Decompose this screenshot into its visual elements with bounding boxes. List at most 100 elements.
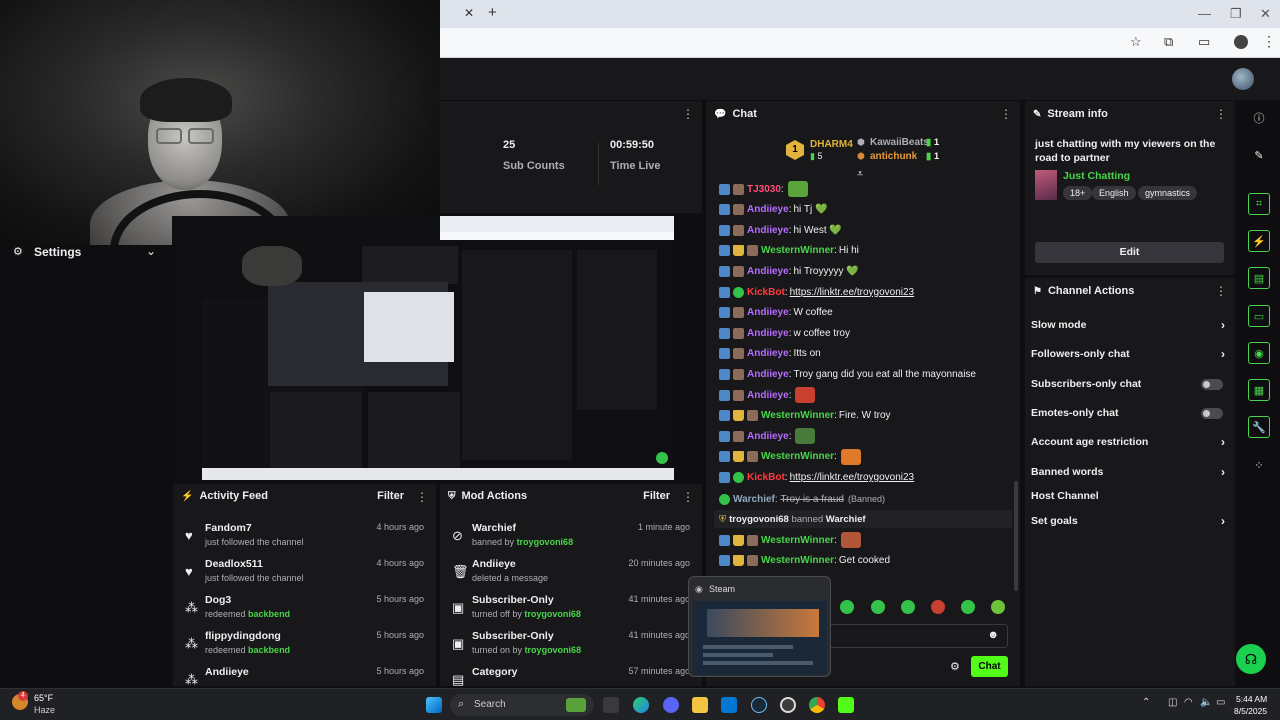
chat-message[interactable]: KickBot: https://linktr.ee/troygovoni23 [719, 283, 914, 301]
emote-icon[interactable] [961, 600, 975, 614]
emote-icon[interactable] [901, 600, 915, 614]
chat-username[interactable]: Andiieye [747, 266, 789, 277]
chat-username[interactable]: KickBot [747, 287, 785, 298]
chat-send-button[interactable]: Chat [971, 656, 1008, 677]
leaderboard-third-name[interactable]: antichunk [870, 151, 917, 162]
chat-username[interactable]: KickBot [747, 472, 785, 483]
chat-username[interactable]: Andiieye [747, 348, 789, 359]
minimize-icon[interactable]: — [1198, 6, 1211, 21]
emote-icon[interactable] [840, 600, 854, 614]
maximize-icon[interactable]: ❐ [1230, 6, 1242, 22]
browser-menu-icon[interactable]: ⋮ [1262, 33, 1276, 50]
chat-scrollbar[interactable] [1014, 481, 1018, 591]
chat-username[interactable]: Warchief [733, 494, 775, 505]
chrome-icon[interactable] [809, 697, 825, 713]
chat-username[interactable]: Andiieye [747, 431, 789, 442]
activity-item[interactable]: ⁂ flippydingdong redeemed backbend 5 hou… [173, 626, 436, 662]
mod-more-icon[interactable]: ⋮ [682, 490, 694, 504]
focus-icon[interactable]: ⌗ [1248, 193, 1270, 215]
leaderboard-second-name[interactable]: KawaiiBeats [870, 137, 929, 148]
chat-username[interactable]: Andiieye [747, 225, 789, 236]
tray-overflow-icon[interactable]: ⌃ [1142, 697, 1150, 708]
chat-username[interactable]: WesternWinner [761, 245, 834, 256]
lightning-rail-icon[interactable]: ⚡ [1248, 230, 1270, 252]
activity-item[interactable]: ♥ Deadlox511 just followed the channel 4… [173, 554, 436, 590]
wrench-icon[interactable]: 🔧 [1248, 416, 1270, 438]
profile-icon[interactable] [1234, 35, 1248, 49]
chat-link[interactable]: https://linktr.ee/troygovoni23 [790, 287, 915, 298]
settings-header[interactable]: ⚙ Settings ⌄ [0, 244, 172, 261]
activity-item[interactable]: ♥ Fandom7 just followed the channel 4 ho… [173, 518, 436, 554]
action-host-channel[interactable]: Host Channel [1031, 486, 1231, 506]
taskbar-search[interactable]: ⌕ Search [450, 694, 594, 716]
tab-search-icon[interactable]: ▭ [1198, 34, 1210, 50]
kick-app-icon[interactable] [838, 697, 854, 713]
stream-info-more-icon[interactable]: ⋮ [1215, 107, 1227, 121]
support-headset-icon[interactable]: ☊ [1236, 644, 1266, 674]
chat-message[interactable]: TJ3030: [719, 180, 808, 198]
apps-icon[interactable]: ⁘ [1248, 454, 1270, 476]
collapse-leaderboard-icon[interactable]: ⩡ [857, 168, 863, 181]
edge-icon[interactable] [633, 697, 649, 713]
chat-message[interactable]: WesternWinner: [719, 448, 861, 466]
user-avatar[interactable] [1232, 68, 1254, 90]
activity-item[interactable]: ⁂ Dog3 redeemed backbend 5 hours ago [173, 590, 436, 626]
extensions-icon[interactable]: ⧉ [1164, 34, 1173, 50]
chat-settings-gear-icon[interactable]: ⚙ [950, 660, 960, 673]
battery-icon[interactable]: ▭ [1216, 697, 1225, 708]
chat-message[interactable]: Andiieye: [719, 386, 816, 404]
chat-username[interactable]: Andiieye [747, 204, 789, 215]
mod-action-item[interactable]: ⊘ Warchief banned by troygovoni68 1 minu… [440, 518, 702, 554]
action-slow-mode[interactable]: Slow mode › [1031, 315, 1231, 335]
network-icon[interactable]: ◠ [1184, 697, 1193, 708]
clock-time[interactable]: 5:44 AM [1236, 694, 1267, 704]
new-tab-icon[interactable]: + [488, 4, 497, 21]
chat-message[interactable]: Andiieye: hi Troyyyyy 💚 [719, 262, 859, 280]
chat-username[interactable]: Andiieye [747, 328, 789, 339]
discord-icon[interactable] [663, 697, 679, 713]
mod-action-item[interactable]: ▣ Subscriber-Only turned on by troygovon… [440, 626, 702, 662]
chat-username[interactable]: Andiieye [747, 390, 789, 401]
steam-app-icon[interactable] [751, 697, 767, 713]
chat-message[interactable]: WesternWinner: Hi hi [719, 242, 859, 260]
action-set-goals[interactable]: Set goals › [1031, 511, 1231, 531]
chat-message[interactable]: Andiieye: W coffee [719, 304, 833, 322]
chat-rail-icon[interactable]: ▭ [1248, 305, 1270, 327]
chat-message-banned[interactable]: Warchief: Troy is a fraud (Banned) [719, 490, 885, 508]
chat-message[interactable]: Andiieye: w coffee troy [719, 324, 850, 342]
chat-username[interactable]: WesternWinner [761, 410, 834, 421]
chat-message[interactable]: Andiieye: hi West 💚 [719, 221, 842, 239]
chat-username[interactable]: TJ3030 [747, 184, 781, 195]
action-account-age[interactable]: Account age restriction › [1031, 432, 1231, 452]
chat-message[interactable]: Andiieye: hi Tj 💚 [719, 201, 827, 219]
clock-date[interactable]: 8/5/2025 [1234, 706, 1267, 716]
action-subscribers-only[interactable]: Subscribers-only chat [1031, 374, 1231, 394]
chat-more-icon[interactable]: ⋮ [1000, 107, 1012, 121]
mod-filter-button[interactable]: Filter [643, 490, 670, 502]
windows-start-icon[interactable] [426, 697, 442, 713]
chat-message[interactable]: Andiieye: [719, 427, 816, 445]
chat-username[interactable]: WesternWinner [761, 535, 834, 546]
chat-link[interactable]: https://linktr.ee/troygovoni23 [790, 472, 915, 483]
activity-more-icon[interactable]: ⋮ [416, 490, 428, 504]
steam-taskbar-preview[interactable]: ◉ Steam [688, 576, 831, 677]
action-followers-only[interactable]: Followers-only chat › [1031, 344, 1231, 364]
info-icon[interactable]: ⓘ [1248, 107, 1270, 129]
chat-username[interactable]: Andiieye [747, 307, 789, 318]
mod-action-item[interactable]: 🗑 Andiieye deleted a message 20 minutes … [440, 554, 702, 590]
chat-username[interactable]: Andiieye [747, 369, 789, 380]
activity-item[interactable]: ⁂ Andiieye 5 hours ago [173, 662, 436, 686]
chat-message[interactable]: WesternWinner: [719, 531, 861, 549]
channel-actions-more-icon[interactable]: ⋮ [1215, 284, 1227, 298]
file-explorer-icon[interactable] [692, 697, 708, 713]
edit-stream-info-button[interactable]: Edit [1035, 242, 1224, 263]
bookmark-star-icon[interactable]: ☆ [1130, 34, 1142, 50]
emote-icon[interactable] [871, 600, 885, 614]
obs-icon[interactable] [780, 697, 796, 713]
mod-action-item[interactable]: ▣ Subscriber-Only turned off by troygovo… [440, 590, 702, 626]
activity-filter-button[interactable]: Filter [377, 490, 404, 502]
chat-message[interactable]: KickBot: https://linktr.ee/troygovoni23 [719, 468, 914, 486]
window-close-icon[interactable]: ✕ [1260, 6, 1271, 22]
chat-message[interactable]: Andiieye: Itts on [719, 345, 821, 363]
close-tab-icon[interactable]: ✕ [464, 6, 474, 20]
